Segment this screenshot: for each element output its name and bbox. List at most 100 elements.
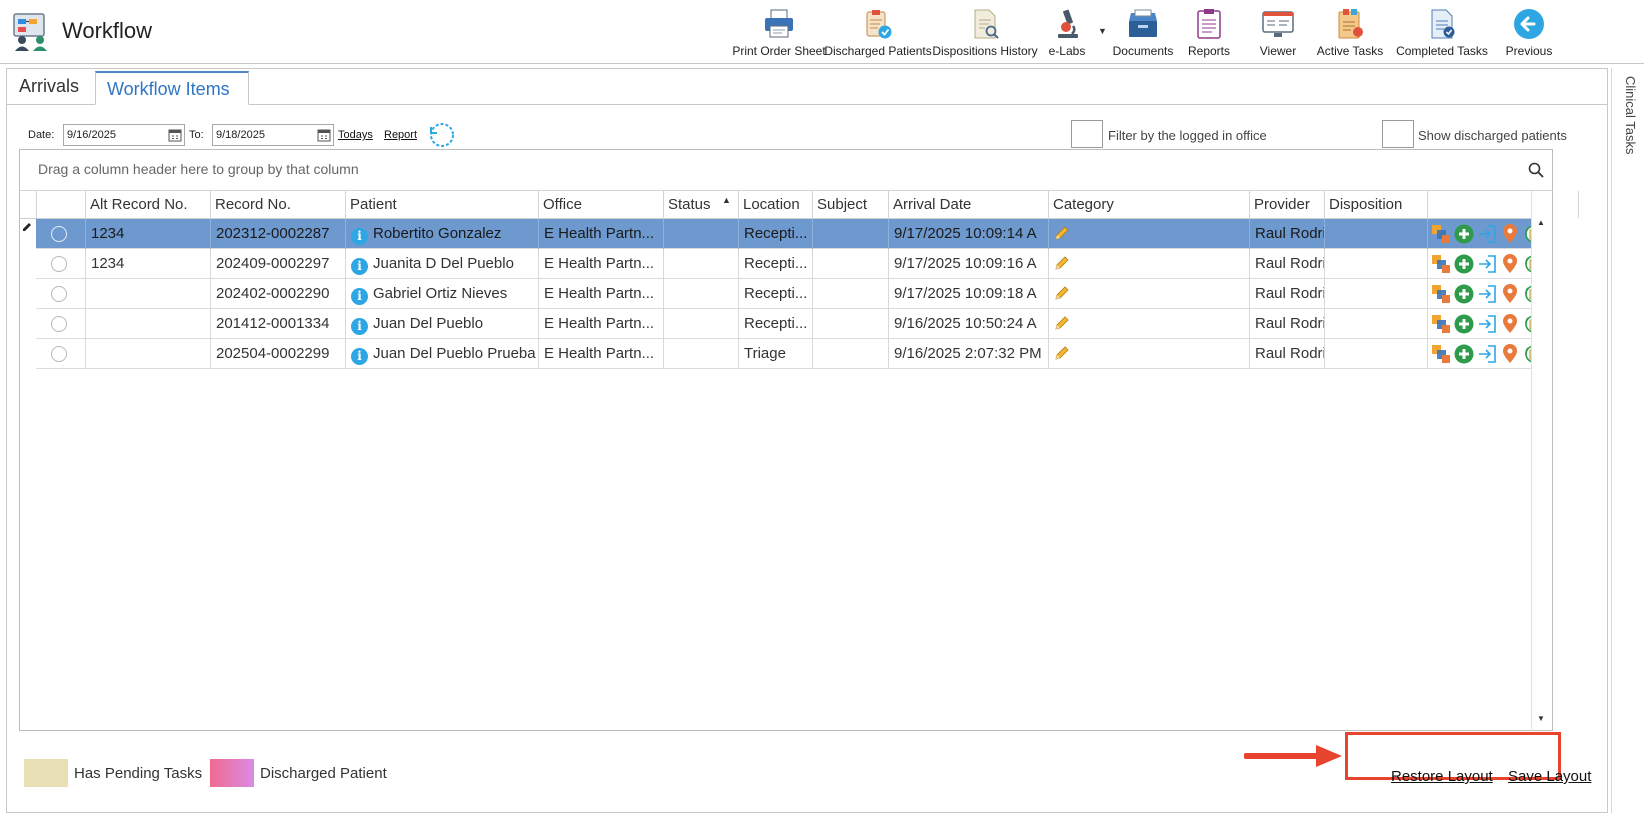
alt-cell: [86, 309, 211, 339]
viewer-button[interactable]: Viewer: [1257, 4, 1299, 60]
restore-layout-link[interactable]: Restore Layout: [1391, 768, 1493, 785]
row-select-radio[interactable]: [51, 256, 67, 272]
transfer-icon[interactable]: [1431, 344, 1451, 364]
sign-in-icon[interactable]: [1477, 224, 1497, 244]
scroll-down-arrow-icon[interactable]: ▼: [1537, 714, 1545, 723]
transfer-icon[interactable]: [1431, 314, 1451, 334]
transfer-icon[interactable]: [1431, 284, 1451, 304]
sign-in-icon[interactable]: [1477, 344, 1497, 364]
add-icon[interactable]: [1454, 224, 1474, 244]
location-pin-icon[interactable]: [1500, 254, 1520, 274]
sign-in-icon[interactable]: [1477, 314, 1497, 334]
record-cell: 202402-0002290: [211, 279, 346, 309]
reports-button[interactable]: Reports: [1186, 4, 1232, 60]
previous-button[interactable]: Previous: [1502, 4, 1556, 60]
scroll-up-arrow-icon[interactable]: ▲: [1537, 218, 1545, 227]
disposition-cell: [1325, 279, 1428, 309]
patient-cell: i Robertito Gonzalez: [346, 219, 539, 249]
save-layout-link[interactable]: Save Layout: [1508, 768, 1591, 785]
column-header-alt-record-no[interactable]: Alt Record No.: [86, 191, 211, 218]
column-header-record-no[interactable]: Record No.: [211, 191, 346, 218]
calendar-icon[interactable]: [168, 128, 182, 142]
add-icon[interactable]: [1454, 254, 1474, 274]
history-icon[interactable]: [1523, 224, 1531, 244]
column-header-status[interactable]: Status ▲: [664, 191, 739, 218]
table-row[interactable]: 1234 202312-0002287 i Robertito Gonzalez E H…: [36, 219, 1531, 249]
calendar-icon[interactable]: [317, 128, 331, 142]
table-row[interactable]: 201412-0001334 i Juan Del Pueblo E Health P…: [36, 309, 1531, 339]
info-icon[interactable]: i: [351, 228, 368, 245]
e-labs-dropdown-arrow-icon[interactable]: ▼: [1098, 26, 1107, 36]
history-icon[interactable]: [1523, 344, 1531, 364]
dispositions-history-button[interactable]: Dispositions History: [932, 4, 1038, 60]
table-row[interactable]: 202402-0002290 i Gabriel Ortiz Nieves E Hea…: [36, 279, 1531, 309]
tab-arrivals[interactable]: Arrivals: [8, 72, 90, 104]
pencil-icon[interactable]: [1054, 225, 1070, 241]
column-header-patient[interactable]: Patient: [346, 191, 539, 218]
location-pin-icon[interactable]: [1500, 314, 1520, 334]
record-cell: 201412-0001334: [211, 309, 346, 339]
column-header-disposition[interactable]: Disposition: [1325, 191, 1428, 218]
date-from-input[interactable]: [63, 124, 185, 146]
table-row[interactable]: 1234 202409-0002297 i Juanita D Del Pueblo E…: [36, 249, 1531, 279]
location-pin-icon[interactable]: [1500, 284, 1520, 304]
location-pin-icon[interactable]: [1500, 344, 1520, 364]
subject-cell: [813, 339, 889, 369]
add-icon[interactable]: [1454, 344, 1474, 364]
sign-in-icon[interactable]: [1477, 284, 1497, 304]
column-header-subject[interactable]: Subject: [813, 191, 889, 218]
history-icon[interactable]: [1523, 314, 1531, 334]
transfer-icon[interactable]: [1431, 224, 1451, 244]
pencil-icon[interactable]: [1054, 285, 1070, 301]
todays-link[interactable]: Todays: [338, 129, 373, 141]
viewer-icon: [1262, 11, 1294, 37]
table-row[interactable]: 202504-0002299 i Juan Del Pueblo Prueba E H…: [36, 339, 1531, 369]
documents-button[interactable]: Documents: [1111, 4, 1175, 60]
location-pin-icon[interactable]: [1500, 224, 1520, 244]
add-icon[interactable]: [1454, 314, 1474, 334]
history-icon[interactable]: [1523, 254, 1531, 274]
office-cell: E Health Partn...: [539, 219, 664, 249]
column-header-location[interactable]: Location: [739, 191, 813, 218]
sign-in-icon[interactable]: [1477, 254, 1497, 274]
row-select-radio[interactable]: [51, 286, 67, 302]
date-to-input[interactable]: [212, 124, 334, 146]
history-icon[interactable]: [1523, 284, 1531, 304]
active-tasks-button[interactable]: Active Tasks: [1317, 4, 1383, 60]
transfer-icon[interactable]: [1431, 254, 1451, 274]
search-icon[interactable]: [1528, 162, 1544, 178]
column-header-provider[interactable]: Provider: [1250, 191, 1325, 218]
show-discharged-checkbox[interactable]: [1382, 120, 1414, 148]
discharged-patients-button[interactable]: Discharged Patients: [824, 4, 932, 60]
column-header-arrival-date[interactable]: Arrival Date: [889, 191, 1049, 218]
column-header-select[interactable]: [37, 191, 86, 218]
pencil-icon[interactable]: [1054, 315, 1070, 331]
tab-workflow-items[interactable]: Workflow Items: [95, 71, 249, 105]
column-header-category[interactable]: Category: [1049, 191, 1250, 218]
add-icon[interactable]: [1454, 284, 1474, 304]
info-icon[interactable]: i: [351, 318, 368, 335]
location-cell: Recepti...: [739, 219, 813, 249]
dispositions-history-label: Dispositions History: [932, 44, 1038, 58]
row-select-radio[interactable]: [51, 226, 67, 242]
refresh-icon[interactable]: [428, 121, 456, 149]
e-labs-button[interactable]: e-Labs: [1046, 4, 1088, 60]
group-by-panel[interactable]: Drag a column header here to group by th…: [38, 161, 359, 177]
alt-cell: [86, 339, 211, 369]
print-order-sheet-button[interactable]: Print Order Sheet: [732, 4, 826, 60]
row-select-radio[interactable]: [51, 316, 67, 332]
pencil-icon[interactable]: [1054, 255, 1070, 271]
filter-office-checkbox[interactable]: [1071, 120, 1103, 148]
column-header-office[interactable]: Office: [539, 191, 664, 218]
arrival-cell: 9/16/2025 2:07:32 PM: [889, 339, 1049, 369]
info-icon[interactable]: i: [351, 348, 368, 365]
report-link[interactable]: Report: [384, 129, 417, 141]
category-cell: [1049, 219, 1250, 249]
row-select-radio[interactable]: [51, 346, 67, 362]
clinical-tasks-side-tab[interactable]: Clinical Tasks: [1614, 76, 1638, 196]
info-icon[interactable]: i: [351, 288, 368, 305]
pencil-icon[interactable]: [1054, 345, 1070, 361]
vertical-scrollbar[interactable]: ▲ ▼: [1533, 218, 1552, 730]
completed-tasks-button[interactable]: Completed Tasks: [1396, 4, 1488, 60]
info-icon[interactable]: i: [351, 258, 368, 275]
